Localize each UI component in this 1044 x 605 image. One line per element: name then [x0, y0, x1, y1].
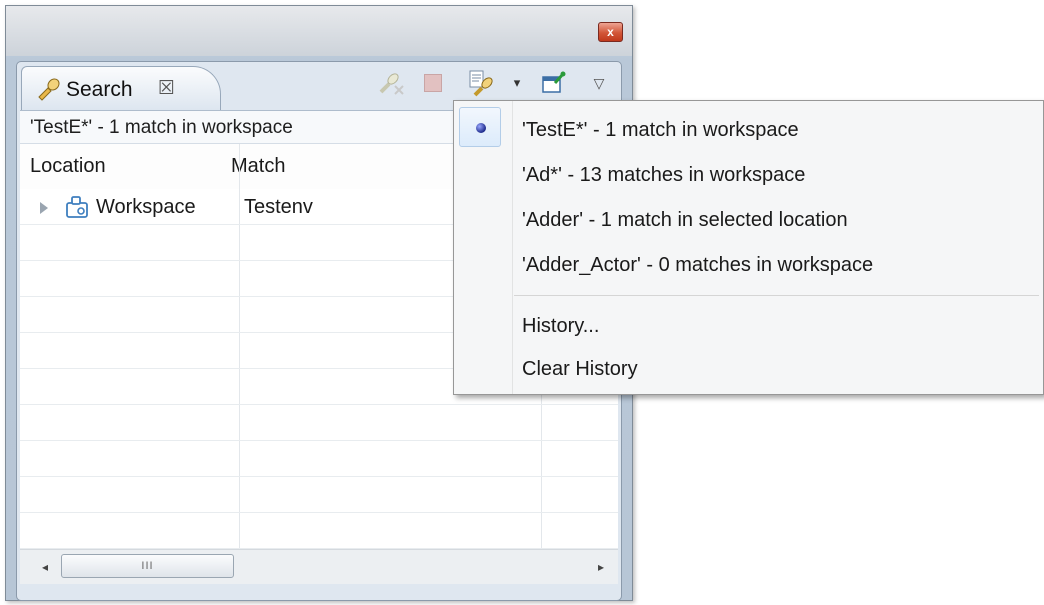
menu-item-history[interactable]: History... — [454, 306, 1043, 346]
menu-item-history-entry[interactable]: 'Adder' - 1 match in selected location — [454, 200, 1043, 240]
table-row — [20, 477, 618, 513]
window-close-button[interactable]: x — [598, 22, 623, 42]
menu-separator — [514, 295, 1039, 296]
row-location: Workspace — [96, 196, 196, 218]
remove-match-icon[interactable] — [375, 69, 407, 97]
expand-arrow-icon[interactable] — [40, 202, 48, 214]
menu-item-clear-history[interactable]: Clear History — [454, 349, 1043, 389]
table-row — [20, 405, 618, 441]
tab-search[interactable]: Search ☒ — [21, 66, 221, 110]
scrollbar-thumb[interactable]: III — [61, 554, 234, 578]
tab-close-icon[interactable]: ☒ — [158, 77, 175, 100]
menu-item-history-entry[interactable]: 'TestE*' - 1 match in workspace — [454, 110, 1043, 150]
row-match: Testenv — [244, 196, 313, 218]
menu-item-history-entry[interactable]: 'Ad*' - 13 matches in workspace — [454, 155, 1043, 195]
history-dropdown-icon[interactable]: ▾ — [509, 69, 525, 97]
stop-icon[interactable] — [422, 69, 444, 97]
column-header-location[interactable]: Location — [20, 144, 220, 189]
view-menu-icon[interactable]: ▽ — [589, 69, 609, 97]
tab-label: Search — [66, 78, 133, 101]
pin-icon[interactable] — [539, 69, 569, 97]
menu-item-history-entry[interactable]: 'Adder_Actor' - 0 matches in workspace — [454, 245, 1043, 285]
scroll-left-icon[interactable]: ◂ — [30, 550, 60, 584]
horizontal-scrollbar[interactable]: ◂ III ▸ — [20, 549, 618, 584]
search-flashlight-icon — [38, 78, 60, 101]
table-row — [20, 441, 618, 477]
search-history-menu: 'TestE*' - 1 match in workspace 'Ad*' - … — [453, 100, 1044, 395]
table-row — [20, 513, 618, 549]
scroll-right-icon[interactable]: ▸ — [586, 550, 616, 584]
workspace-icon — [66, 196, 88, 218]
search-history-icon[interactable] — [465, 69, 499, 97]
